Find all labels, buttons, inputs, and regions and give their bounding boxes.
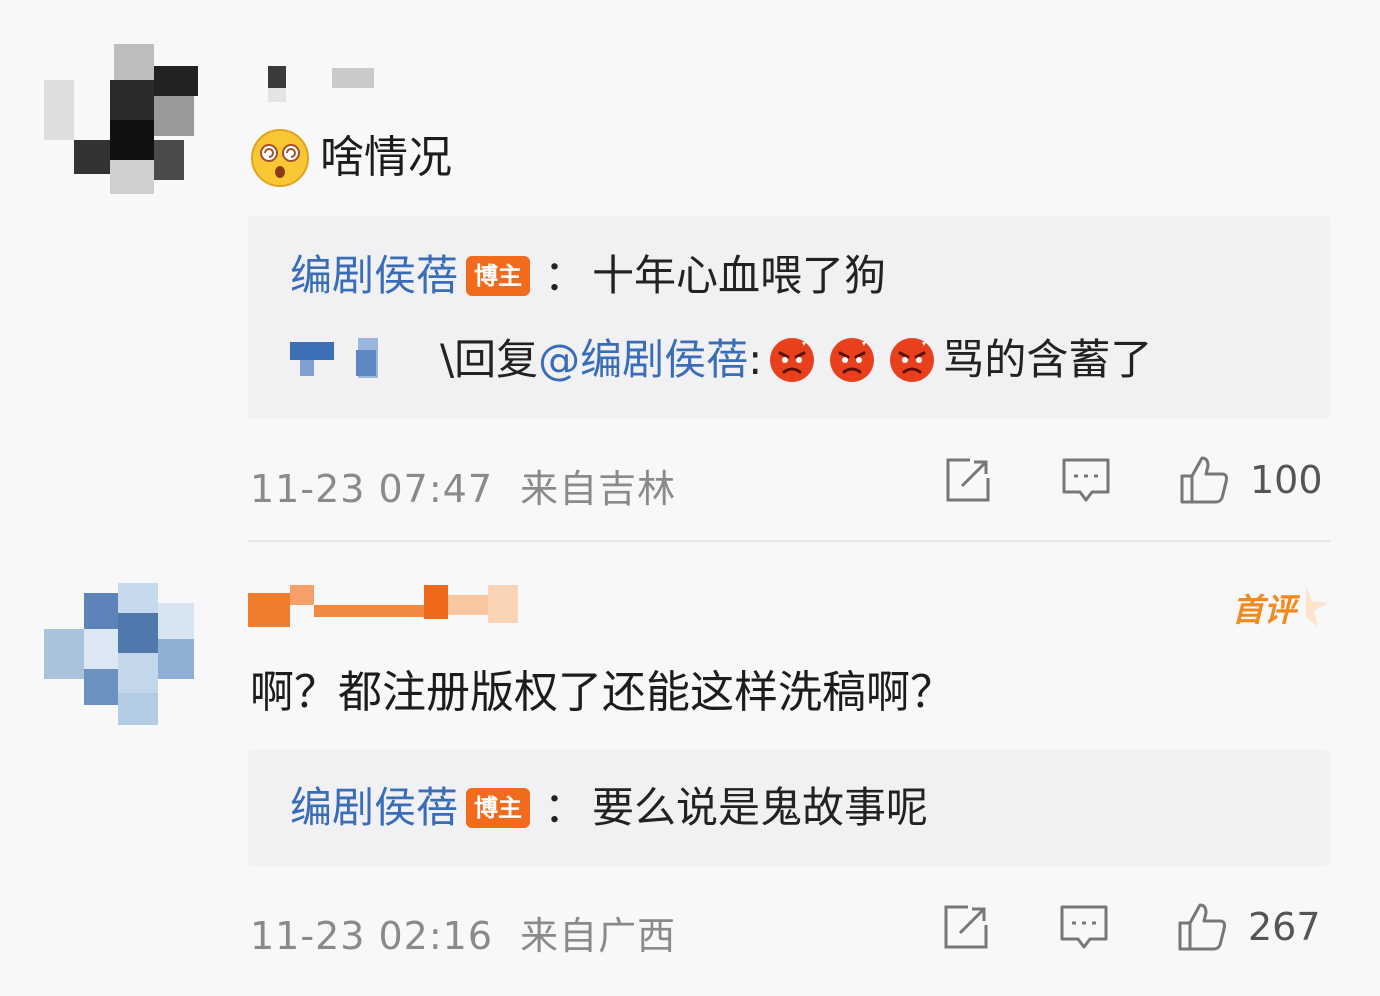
reply-colon: : [748,335,763,384]
comment-icon[interactable] [1056,899,1112,955]
comment-body: 啥情况 [320,132,452,183]
comment-body: 啊？都注册版权了还能这样洗稿啊？ [250,667,954,718]
mention-link[interactable]: @编剧侯蓓 [538,330,748,390]
like-thumb-icon[interactable] [1174,899,1230,955]
action-bar: 100 [940,452,1323,508]
divider [248,540,1330,542]
reply-line: \回复 @编剧侯蓓 : 骂的含蓄了 [290,330,1152,390]
first-comment-label: 首评 [1232,591,1301,629]
reply-colon: ： [544,251,587,300]
reply-text: 要么说是鬼故事呢 [592,783,929,832]
reply-text: 骂的含蓄了 [942,335,1153,384]
reply-prefix: \回复 [440,335,539,384]
author-badge: 博主 [466,256,531,296]
username-blurred[interactable] [248,56,408,112]
avatar[interactable] [44,44,200,194]
reply-line: 编剧侯蓓 博主 ： 十年心血喂了狗 [290,246,886,306]
reply-thread[interactable]: 编剧侯蓓 博主 ： 要么说是鬼故事呢 [248,750,1330,866]
comment-meta: 11-23 07:47 来自吉林 [250,458,676,513]
reply-colon: ： [544,783,587,832]
comment-text: 啊？都注册版权了还能这样洗稿啊？ [250,663,954,723]
angry-face-icon [770,338,815,382]
location: 来自吉林 [520,467,677,511]
reply-author[interactable]: 编剧侯蓓 [290,246,458,306]
timestamp: 11-23 07:47 [250,467,494,511]
comment-item: 啥情况 编剧侯蓓 博主 ： 十年心血喂了狗 \回复 @编剧侯蓓 : 骂的含蓄了 … [0,0,1380,540]
like-count: 267 [1248,905,1321,949]
reply-author[interactable]: 编剧侯蓓 [290,778,458,838]
username-blurred[interactable] [248,581,548,637]
angry-face-icon [890,338,935,382]
timestamp: 11-23 02:16 [250,914,494,958]
comment-icon[interactable] [1058,452,1114,508]
comment-item: 首评 啊？都注册版权了还能这样洗稿啊？ 编剧侯蓓 博主 ： 要么说是鬼故事呢 1… [0,545,1380,996]
share-icon[interactable] [940,452,996,508]
avatar[interactable] [44,583,200,733]
replier-name-blurred[interactable] [290,336,440,384]
angry-face-icon [830,338,875,382]
reply-thread[interactable]: 编剧侯蓓 博主 ： 十年心血喂了狗 \回复 @编剧侯蓓 : 骂的含蓄了 [248,216,1330,419]
dizzy-face-icon [251,129,309,187]
share-icon[interactable] [938,899,994,955]
action-bar: 267 [938,899,1321,955]
reply-line: 编剧侯蓓 博主 ： 要么说是鬼故事呢 [290,778,928,838]
comment-meta: 11-23 02:16 来自广西 [250,905,676,960]
first-comment-badge: 首评 [1232,585,1328,629]
location: 来自广西 [520,914,677,958]
reply-text: 十年心血喂了狗 [592,251,887,300]
like-thumb-icon[interactable] [1176,452,1232,508]
author-badge: 博主 [466,788,531,828]
comment-text: 啥情况 [250,128,452,188]
like-count: 100 [1250,458,1323,502]
